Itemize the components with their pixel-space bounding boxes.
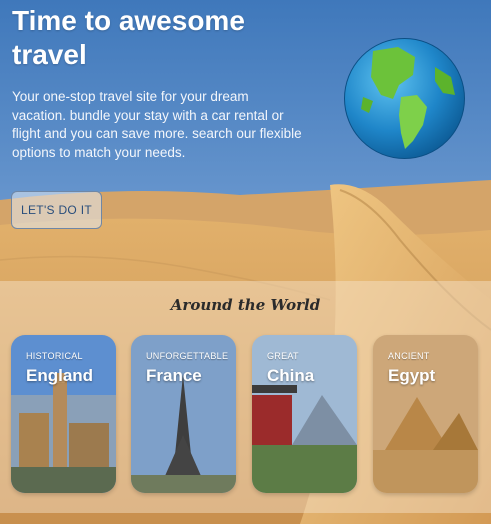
destination-card-france[interactable]: UNFORGETTABLE France [131, 335, 236, 493]
hero-description: Your one-stop travel site for your dream… [12, 89, 302, 160]
destination-card-england[interactable]: HISTORICAL England [11, 335, 116, 493]
hero-title-line-1: Time to awesome [12, 5, 245, 36]
section-title: Around the World [170, 296, 321, 314]
hero-title: Time to awesome travel [12, 4, 312, 72]
destination-card-egypt[interactable]: ANCIENT Egypt [373, 335, 478, 493]
destination-card-china[interactable]: GREAT China [252, 335, 357, 493]
card-eyebrow: UNFORGETTABLE [146, 351, 229, 361]
card-title: France [146, 366, 202, 385]
card-title: Egypt [388, 366, 436, 385]
lets-do-it-button[interactable]: LET'S DO IT [11, 191, 102, 229]
card-title: England [26, 366, 94, 385]
card-eyebrow: GREAT [267, 351, 299, 361]
globe-icon [343, 37, 466, 160]
hero-title-line-2: travel [12, 39, 87, 70]
card-eyebrow: HISTORICAL [26, 351, 83, 361]
card-title: China [267, 366, 315, 385]
card-eyebrow: ANCIENT [388, 351, 430, 361]
